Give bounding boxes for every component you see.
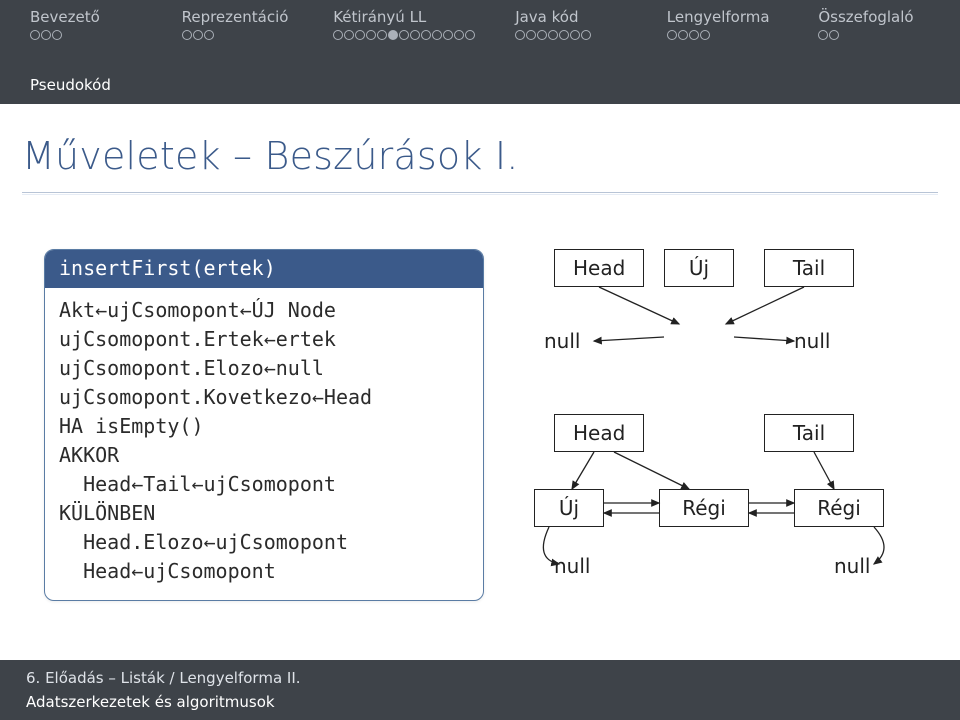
pseudocode-header: insertFirst(ertek) bbox=[45, 250, 483, 288]
progress-dot bbox=[570, 30, 580, 40]
diagram: Head Tail Új null null Head Tail Új Régi… bbox=[504, 249, 930, 601]
diagram-arrows bbox=[504, 249, 924, 609]
nav-item-3[interactable]: Java kód bbox=[495, 8, 647, 70]
title-bar: Műveletek – Beszúrások I. bbox=[22, 120, 938, 193]
progress-dot bbox=[454, 30, 464, 40]
nav-progress-dots bbox=[515, 30, 627, 40]
progress-dot bbox=[333, 30, 343, 40]
progress-dot bbox=[526, 30, 536, 40]
nav-progress-dots bbox=[667, 30, 779, 40]
nav-item-5[interactable]: Összefoglaló bbox=[798, 8, 960, 70]
pseudocode-panel: insertFirst(ertek) Akt←ujCsomopont←ÚJ No… bbox=[44, 249, 484, 601]
progress-dot bbox=[204, 30, 214, 40]
slide-title: Műveletek – Beszúrások I. bbox=[22, 134, 938, 178]
progress-dot bbox=[344, 30, 354, 40]
nav-label: Reprezentáció bbox=[182, 8, 294, 26]
progress-dot bbox=[829, 30, 839, 40]
progress-dot bbox=[818, 30, 828, 40]
progress-dot bbox=[388, 30, 398, 40]
progress-dot bbox=[537, 30, 547, 40]
slide-nav: Bevezető Reprezentáció Kétirányú LL Java kó… bbox=[0, 0, 960, 70]
footer-line-2: Adatszerkezetek és algoritmusok bbox=[26, 693, 934, 711]
nav-progress-dots bbox=[818, 30, 930, 40]
nav-label: Java kód bbox=[515, 8, 627, 26]
progress-dot bbox=[559, 30, 569, 40]
progress-dot bbox=[432, 30, 442, 40]
progress-dot bbox=[377, 30, 387, 40]
progress-dot bbox=[410, 30, 420, 40]
progress-dot bbox=[399, 30, 409, 40]
progress-dot bbox=[515, 30, 525, 40]
progress-dot bbox=[355, 30, 365, 40]
nav-item-0[interactable]: Bevezető bbox=[0, 8, 162, 70]
nav-item-2[interactable]: Kétirányú LL bbox=[313, 8, 495, 70]
progress-dot bbox=[52, 30, 62, 40]
slide-content: insertFirst(ertek) Akt←ujCsomopont←ÚJ No… bbox=[0, 193, 960, 601]
nav-label: Bevezető bbox=[30, 8, 142, 26]
section-subheader: Pseudokód bbox=[0, 70, 960, 104]
nav-label: Összefoglaló bbox=[818, 8, 930, 26]
pseudocode-body: Akt←ujCsomopont←ÚJ Node ujCsomopont.Erte… bbox=[45, 288, 483, 600]
progress-dot bbox=[193, 30, 203, 40]
nav-progress-dots bbox=[30, 30, 142, 40]
nav-item-1[interactable]: Reprezentáció bbox=[162, 8, 314, 70]
progress-dot bbox=[667, 30, 677, 40]
footer-line-1: 6. Előadás – Listák / Lengyelforma II. bbox=[26, 669, 934, 687]
progress-dot bbox=[700, 30, 710, 40]
progress-dot bbox=[581, 30, 591, 40]
progress-dot bbox=[443, 30, 453, 40]
nav-progress-dots bbox=[333, 30, 475, 40]
progress-dot bbox=[182, 30, 192, 40]
slide-footer: 6. Előadás – Listák / Lengyelforma II. A… bbox=[0, 660, 960, 720]
progress-dot bbox=[689, 30, 699, 40]
nav-label: Kétirányú LL bbox=[333, 8, 475, 26]
nav-progress-dots bbox=[182, 30, 294, 40]
nav-item-4[interactable]: Lengyelforma bbox=[647, 8, 799, 70]
progress-dot bbox=[41, 30, 51, 40]
progress-dot bbox=[678, 30, 688, 40]
progress-dot bbox=[30, 30, 40, 40]
nav-label: Lengyelforma bbox=[667, 8, 779, 26]
progress-dot bbox=[465, 30, 475, 40]
progress-dot bbox=[366, 30, 376, 40]
progress-dot bbox=[421, 30, 431, 40]
progress-dot bbox=[548, 30, 558, 40]
